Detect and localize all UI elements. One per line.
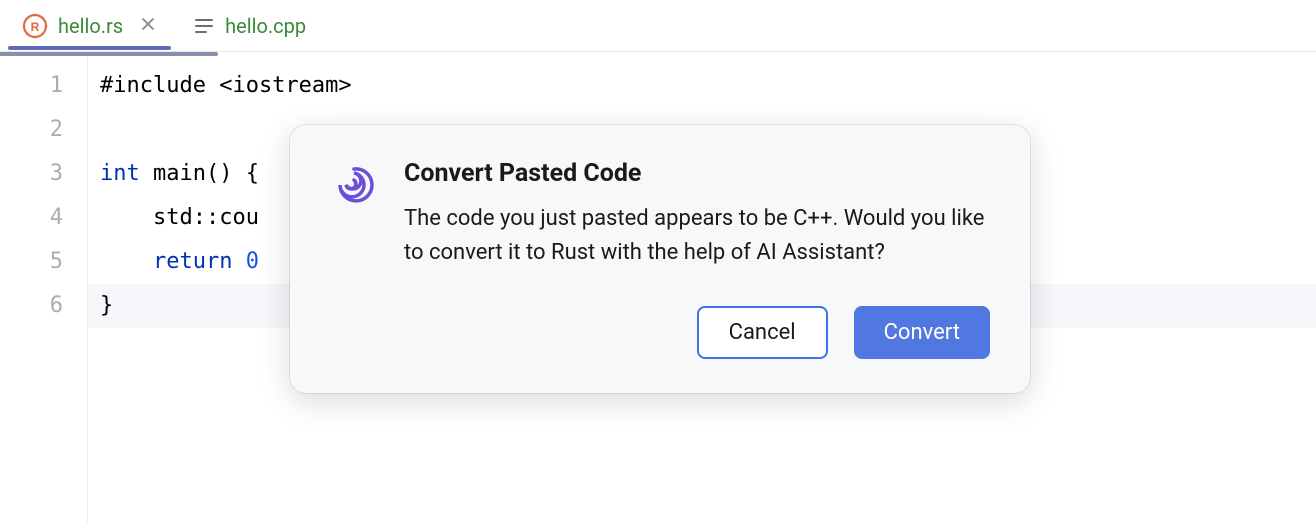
dialog-title: Convert Pasted Code	[404, 159, 990, 188]
tab-label: hello.rs	[58, 14, 123, 38]
tab-hello-cpp[interactable]: hello.cpp	[179, 4, 320, 48]
svg-text:R: R	[31, 20, 40, 34]
line-gutter: 1 2 3 4 5 6	[0, 52, 88, 524]
gutter-line-number: 6	[0, 284, 63, 328]
dialog-body-text: The code you just pasted appears to be C…	[404, 202, 990, 270]
convert-button[interactable]: Convert	[854, 306, 990, 359]
dialog-button-row: Cancel Convert	[330, 306, 990, 359]
gutter-line-number: 5	[0, 240, 63, 284]
code-line: #include <iostream>	[100, 64, 1316, 108]
dialog-overlay: Convert Pasted Code The code you just pa…	[290, 125, 1030, 393]
gutter-line-number: 2	[0, 108, 63, 152]
tab-hello-rs[interactable]: R hello.rs	[8, 3, 171, 49]
ai-spiral-icon	[330, 161, 378, 209]
file-lines-icon	[193, 15, 215, 37]
cancel-button[interactable]: Cancel	[697, 306, 828, 359]
gutter-line-number: 4	[0, 196, 63, 240]
tab-label: hello.cpp	[225, 14, 306, 38]
rust-icon: R	[22, 13, 48, 39]
gutter-line-number: 1	[0, 64, 63, 108]
convert-code-dialog: Convert Pasted Code The code you just pa…	[290, 125, 1030, 393]
gutter-line-number: 3	[0, 152, 63, 196]
close-icon[interactable]	[139, 13, 157, 38]
tab-bar: R hello.rs hello.cpp	[0, 0, 1316, 52]
